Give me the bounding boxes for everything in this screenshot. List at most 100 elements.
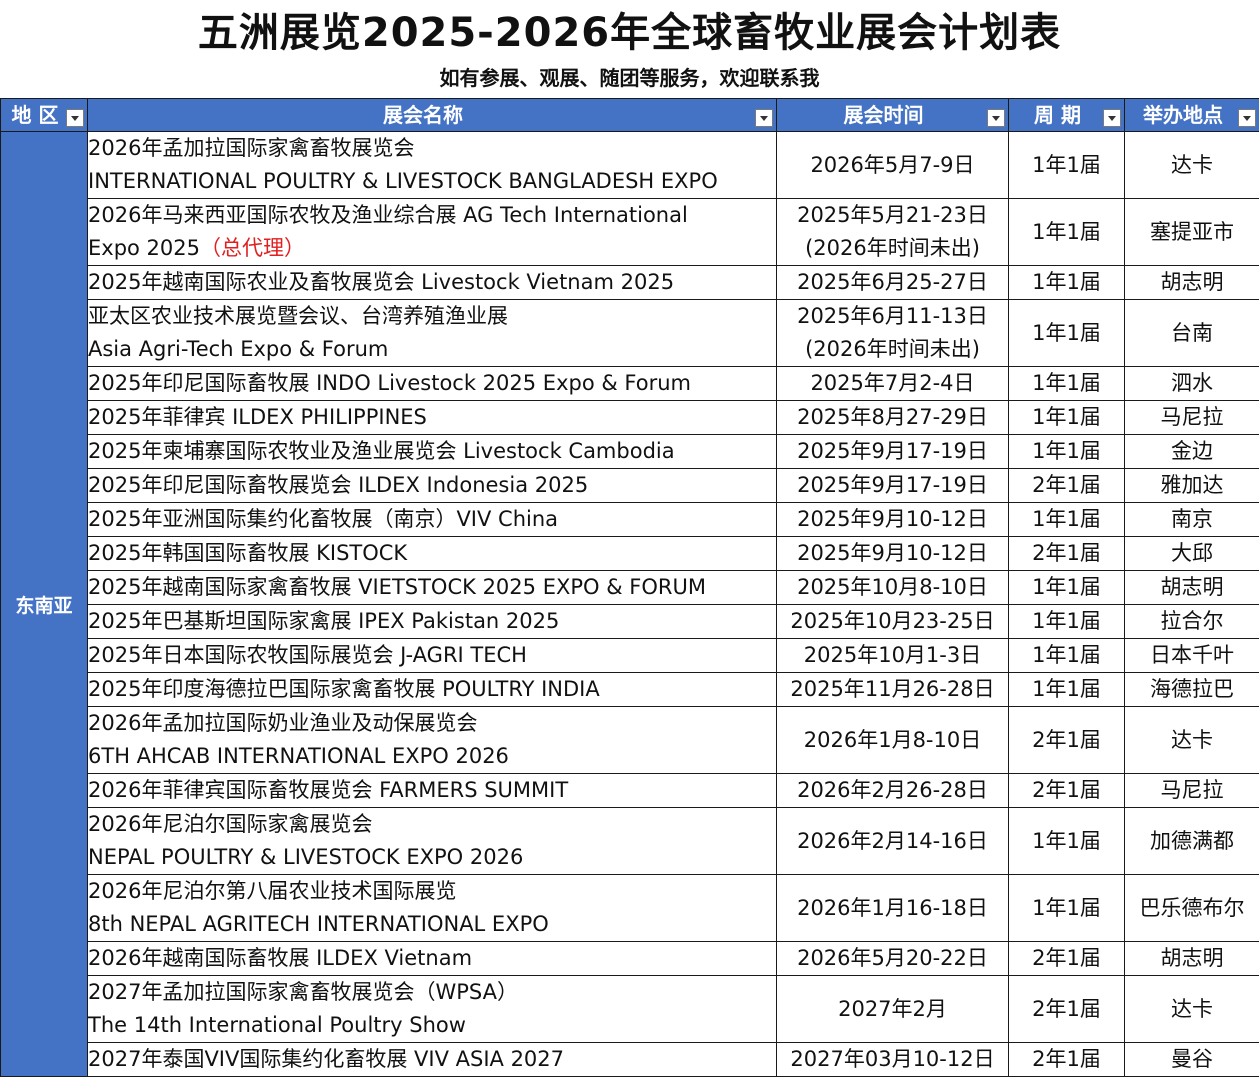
exhibition-name-text: 2025年柬埔寨国际农牧业及渔业展览会 Livestock Cambodia [88,439,675,463]
filter-dropdown-icon[interactable] [987,109,1005,127]
cell-cycle[interactable]: 2年1届 [1008,773,1125,808]
cell-exhibition-name[interactable]: 2027年孟加拉国际家禽畜牧展览会（WPSA） The 14th Internat… [87,975,777,1043]
cell-location[interactable]: 达卡 [1124,131,1259,199]
cell-cycle[interactable]: 1年1届 [1008,198,1125,266]
cell-exhibition-name[interactable]: 2025年印度海德拉巴国际家禽畜牧展 POULTRY INDIA [87,672,777,707]
cell-date[interactable]: 2025年11月26-28日 [776,672,1009,707]
cell-exhibition-name[interactable]: 2026年菲律宾国际畜牧展览会 FARMERS SUMMIT [87,773,777,808]
cell-exhibition-name[interactable]: 2026年马来西亚国际农牧及渔业综合展 AG Tech Internationa… [87,198,777,266]
cell-location[interactable]: 加德满都 [1124,807,1259,875]
cell-date[interactable]: 2025年9月10-12日 [776,536,1009,571]
cell-exhibition-name[interactable]: 2025年巴基斯坦国际家禽展 IPEX Pakistan 2025 [87,604,777,639]
cell-location[interactable]: 胡志明 [1124,570,1259,605]
column-header-name[interactable]: 展会名称 [87,98,777,132]
cell-location[interactable]: 巴乐德布尔 [1124,874,1259,942]
cell-location[interactable]: 日本千叶 [1124,638,1259,673]
cell-location[interactable]: 拉合尔 [1124,604,1259,639]
cell-exhibition-name[interactable]: 2025年印尼国际畜牧展 INDO Livestock 2025 Expo & … [87,366,777,401]
cell-exhibition-name[interactable]: 2025年越南国际农业及畜牧展览会 Livestock Vietnam 2025 [87,265,777,300]
cell-date[interactable]: 2025年5月21-23日 (2026年时间未出) [776,198,1009,266]
cell-cycle[interactable]: 1年1届 [1008,400,1125,435]
cell-date[interactable]: 2025年6月25-27日 [776,265,1009,300]
cell-exhibition-name[interactable]: 2026年孟加拉国际家禽畜牧展览会 INTERNATIONAL POULTRY &… [87,131,777,199]
cell-date[interactable]: 2026年1月16-18日 [776,874,1009,942]
cell-location[interactable]: 胡志明 [1124,265,1259,300]
cell-cycle[interactable]: 2年1届 [1008,536,1125,571]
cell-date[interactable]: 2025年8月27-29日 [776,400,1009,435]
cell-cycle[interactable]: 1年1届 [1008,502,1125,537]
cell-exhibition-name[interactable]: 2025年韩国国际畜牧展 KISTOCK [87,536,777,571]
cell-cycle[interactable]: 1年1届 [1008,638,1125,673]
cell-date[interactable]: 2025年9月17-19日 [776,468,1009,503]
cell-location[interactable]: 南京 [1124,502,1259,537]
cell-location[interactable]: 达卡 [1124,975,1259,1043]
cell-date[interactable]: 2026年2月14-16日 [776,807,1009,875]
column-header-location[interactable]: 举办地点 [1124,98,1259,132]
cell-date[interactable]: 2025年10月1-3日 [776,638,1009,673]
cell-location[interactable]: 大邱 [1124,536,1259,571]
cell-exhibition-name[interactable]: 2025年柬埔寨国际农牧业及渔业展览会 Livestock Cambodia [87,434,777,469]
filter-dropdown-icon[interactable] [1103,109,1121,127]
cell-cycle[interactable]: 2年1届 [1008,468,1125,503]
cell-date[interactable]: 2025年9月17-19日 [776,434,1009,469]
cell-exhibition-name[interactable]: 2025年菲律宾 ILDEX PHILIPPINES [87,400,777,435]
cell-location[interactable]: 金边 [1124,434,1259,469]
cell-cycle[interactable]: 1年1届 [1008,131,1125,199]
cell-location[interactable]: 泗水 [1124,366,1259,401]
cell-cycle[interactable]: 2年1届 [1008,1042,1125,1077]
cell-cycle[interactable]: 1年1届 [1008,604,1125,639]
cell-cycle[interactable]: 1年1届 [1008,807,1125,875]
cell-date[interactable]: 2027年2月 [776,975,1009,1043]
cell-location[interactable]: 台南 [1124,299,1259,367]
cell-exhibition-name[interactable]: 2026年尼泊尔第八届农业技术国际展览 8th NEPAL AGRITECH IN… [87,874,777,942]
cell-location[interactable]: 胡志明 [1124,941,1259,976]
cell-date[interactable]: 2025年7月2-4日 [776,366,1009,401]
cell-exhibition-name[interactable]: 2026年越南国际畜牧展 ILDEX Vietnam [87,941,777,976]
cell-exhibition-name[interactable]: 2026年孟加拉国际奶业渔业及动保展览会 6TH AHCAB INTERNATIO… [87,706,777,774]
cell-exhibition-name[interactable]: 亚太区农业技术展览暨会议、台湾养殖渔业展 Asia Agri-Tech Expo … [87,299,777,367]
cell-date[interactable]: 2025年10月8-10日 [776,570,1009,605]
cell-location[interactable]: 达卡 [1124,706,1259,774]
cell-cycle[interactable]: 2年1届 [1008,706,1125,774]
table-row: 2025年巴基斯坦国际家禽展 IPEX Pakistan 2025 2025年10… [1,604,1259,639]
exhibition-name-line: 2026年菲律宾国际畜牧展览会 FARMERS SUMMIT [88,775,776,807]
cell-exhibition-name[interactable]: 2025年日本国际农牧国际展览会 J-AGRI TECH [87,638,777,673]
exhibition-name-text: 2026年菲律宾国际畜牧展览会 FARMERS SUMMIT [88,778,569,802]
cell-exhibition-name[interactable]: 2027年泰国VIV国际集约化畜牧展 VIV ASIA 2027 [87,1042,777,1077]
cell-location[interactable]: 马尼拉 [1124,400,1259,435]
cell-exhibition-name[interactable]: 2025年亚洲国际集约化畜牧展（南京）VIV China [87,502,777,537]
filter-dropdown-icon[interactable] [66,109,84,127]
cell-region[interactable]: 东南亚 [0,131,88,1077]
cell-date[interactable]: 2026年2月26-28日 [776,773,1009,808]
cell-exhibition-name[interactable]: 2026年尼泊尔国际家禽展览会 NEPAL POULTRY & LIVESTOCK… [87,807,777,875]
filter-dropdown-icon[interactable] [1238,109,1256,127]
cell-date[interactable]: 2026年5月20-22日 [776,941,1009,976]
column-header-cycle[interactable]: 周 期 [1008,98,1125,132]
cell-cycle[interactable]: 2年1届 [1008,941,1125,976]
cell-cycle[interactable]: 1年1届 [1008,570,1125,605]
cell-exhibition-name[interactable]: 2025年印尼国际畜牧展览会 ILDEX Indonesia 2025 [87,468,777,503]
column-header-region[interactable]: 地 区 [0,98,88,132]
cell-location[interactable]: 马尼拉 [1124,773,1259,808]
cell-cycle[interactable]: 1年1届 [1008,874,1125,942]
cell-date[interactable]: 2026年1月8-10日 [776,706,1009,774]
filter-dropdown-icon[interactable] [755,109,773,127]
cell-cycle[interactable]: 1年1届 [1008,299,1125,367]
cell-location[interactable]: 塞提亚市 [1124,198,1259,266]
cell-location[interactable]: 海德拉巴 [1124,672,1259,707]
cell-cycle[interactable]: 1年1届 [1008,434,1125,469]
cell-location[interactable]: 雅加达 [1124,468,1259,503]
cell-cycle[interactable]: 2年1届 [1008,975,1125,1043]
cell-date[interactable]: 2025年6月11-13日 (2026年时间未出) [776,299,1009,367]
cell-cycle[interactable]: 1年1届 [1008,366,1125,401]
cell-exhibition-name[interactable]: 2025年越南国际家禽畜牧展 VIETSTOCK 2025 EXPO & FOR… [87,570,777,605]
cell-cycle[interactable]: 1年1届 [1008,265,1125,300]
date-line: 2026年2月26-28日 [797,778,988,802]
cell-cycle[interactable]: 1年1届 [1008,672,1125,707]
cell-date[interactable]: 2026年5月7-9日 [776,131,1009,199]
cell-date[interactable]: 2027年03月10-12日 [776,1042,1009,1077]
cell-date[interactable]: 2025年9月10-12日 [776,502,1009,537]
column-header-date[interactable]: 展会时间 [776,98,1009,132]
cell-location[interactable]: 曼谷 [1124,1042,1259,1077]
cell-date[interactable]: 2025年10月23-25日 [776,604,1009,639]
